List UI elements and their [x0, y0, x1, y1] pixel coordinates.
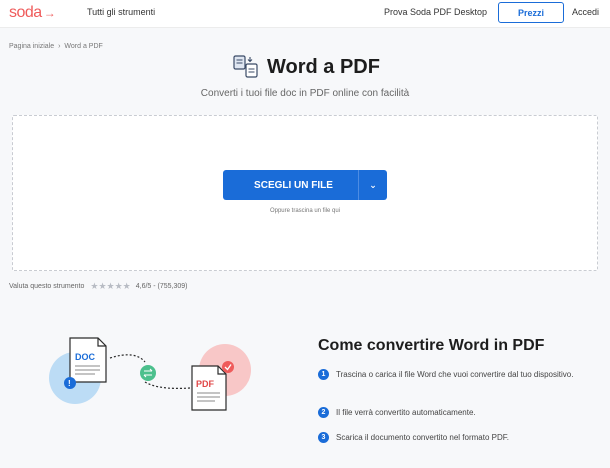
- how-to-step: 3 Scarica il documento convertito nel fo…: [318, 432, 591, 444]
- choose-file-button[interactable]: SCEGLI UN FILE ⌄: [223, 170, 387, 200]
- breadcrumb-separator: ›: [58, 43, 61, 50]
- star-rating[interactable]: ★★★★★: [90, 281, 130, 292]
- nav-all-tools[interactable]: Tutti gli strumenti: [87, 7, 155, 17]
- conversion-illustration: DOC ! PDF: [40, 330, 270, 440]
- how-to-step: 2 Il file verrà convertito automaticamen…: [318, 407, 591, 419]
- star-icon[interactable]: ★: [123, 281, 131, 291]
- doc-file-icon: DOC: [69, 337, 107, 383]
- prices-button[interactable]: Prezzi: [498, 2, 564, 23]
- top-navigation-bar: soda → Tutti gli strumenti Prova Soda PD…: [0, 0, 610, 28]
- step-text: Trascina o carica il file Word che vuoi …: [336, 370, 574, 379]
- rating-label: Valuta questo strumento: [9, 283, 85, 290]
- star-icon[interactable]: ★: [107, 281, 115, 291]
- page-subtitle: Converti i tuoi file doc in PDF online c…: [200, 88, 410, 99]
- logo-text: soda: [9, 4, 42, 21]
- login-link[interactable]: Accedi: [572, 7, 599, 17]
- step-number-badge: 2: [318, 407, 329, 418]
- logo-arrow-icon: →: [43, 6, 56, 20]
- star-icon[interactable]: ★: [98, 281, 106, 291]
- convert-icon: [233, 55, 259, 79]
- how-to-step: 1 Trascina o carica il file Word che vuo…: [318, 369, 591, 381]
- nav-try-desktop[interactable]: Prova Soda PDF Desktop: [384, 7, 487, 17]
- page-title-wrap: Word a PDF: [233, 55, 380, 79]
- breadcrumb-home[interactable]: Pagina iniziale: [9, 43, 54, 50]
- svg-text:!: !: [68, 379, 71, 388]
- chevron-down-icon[interactable]: ⌄: [359, 180, 387, 191]
- step-number-badge: 3: [318, 432, 329, 443]
- choose-file-label: SCEGLI UN FILE: [254, 179, 333, 191]
- pdf-label: PDF: [196, 379, 215, 389]
- page-title: Word a PDF: [267, 55, 380, 78]
- rating-row: Valuta questo strumento ★★★★★ 4,6/5 - (7…: [9, 281, 188, 292]
- step-text: Scarica il documento convertito nel form…: [336, 433, 509, 442]
- soda-logo[interactable]: soda →: [9, 4, 56, 22]
- doc-label: DOC: [75, 352, 96, 362]
- pdf-file-icon: PDF: [191, 365, 227, 411]
- rating-score: 4,6/5 - (755,309): [135, 283, 188, 290]
- breadcrumb: Pagina iniziale › Word a PDF: [9, 43, 105, 50]
- breadcrumb-current: Word a PDF: [64, 43, 103, 50]
- step-number-badge: 1: [318, 369, 329, 380]
- step-text: Il file verrà convertito automaticamente…: [336, 408, 476, 417]
- star-icon[interactable]: ★: [115, 281, 123, 291]
- drop-hint: Oppure trascina un file qui: [269, 208, 341, 214]
- how-to-title: Come convertire Word in PDF: [318, 337, 545, 354]
